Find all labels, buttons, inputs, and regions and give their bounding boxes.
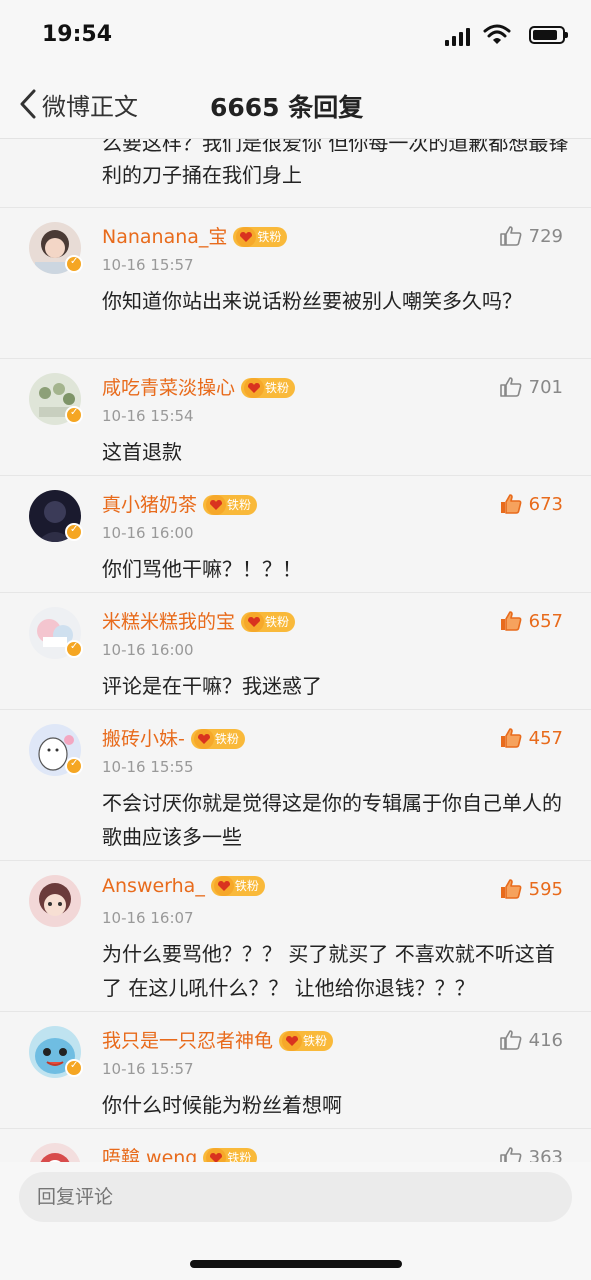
reply-bar [0, 1162, 591, 1280]
fan-badge: 铁粉 [241, 378, 296, 398]
nav-bar: 微博正文 6665 条回复 [0, 72, 591, 139]
thumbs-up-filled-icon [500, 611, 522, 631]
thumbs-up-filled-icon [500, 879, 522, 899]
status-bar: 19:54 [0, 0, 591, 72]
username[interactable]: 咸吃青菜淡操心 铁粉 [102, 373, 296, 400]
timestamp: 10-16 16:07 [102, 909, 194, 927]
comment-item[interactable]: Nananana_宝铁粉 10-16 15:57 729 你知道你站出来说话粉丝… [0, 208, 591, 359]
timestamp: 10-16 15:57 [102, 1060, 194, 1078]
signal-icon [445, 26, 471, 46]
reply-input[interactable] [19, 1172, 572, 1222]
verified-badge-icon [65, 1059, 83, 1077]
fan-badge: 铁粉 [233, 227, 288, 247]
comment-text: 评论是在干嘛？我迷惑了 [102, 674, 322, 698]
like-button[interactable]: 363 [499, 1145, 563, 1162]
like-count: 457 [528, 727, 563, 749]
verified-badge-icon [65, 757, 83, 775]
status-time: 19:54 [42, 22, 113, 47]
comment-item[interactable]: 搬砖小妹-铁粉 10-16 15:55 457 不会讨厌你就是觉得这是你的专辑属… [0, 710, 591, 861]
like-count: 416 [528, 1029, 563, 1051]
heart-badge-icon [282, 1031, 303, 1051]
like-button[interactable]: 595 [499, 877, 563, 901]
fan-badge: 铁粉 [190, 729, 245, 749]
verified-badge-icon [65, 523, 83, 541]
like-button[interactable]: 729 [499, 224, 563, 248]
chevron-left-icon [20, 89, 36, 119]
username[interactable]: 搬砖小妹- 铁粉 [102, 724, 245, 751]
comment-text: 你知道你站出来说话粉丝要被别人嘲笑多久吗？ [102, 289, 522, 313]
home-indicator[interactable] [190, 1260, 402, 1268]
comment-text: 你们骂他干嘛？！？！ [102, 557, 302, 581]
like-count: 729 [528, 225, 563, 247]
thumbs-up-icon [499, 377, 522, 397]
partial-comment: 么要这样？我们是很爱你 但你每一次的道歉都想最锋利的刀子捅在我们身上 [0, 139, 591, 208]
heart-badge-icon [236, 227, 257, 247]
comment-item[interactable]: 真小猪奶茶铁粉 10-16 16:00 673 你们骂他干嘛？！？！ [0, 476, 591, 593]
timestamp: 10-16 15:55 [102, 758, 194, 776]
username[interactable]: 真小猪奶茶 铁粉 [102, 490, 258, 517]
verified-badge-icon [65, 406, 83, 424]
comment-text: 不会讨厌你就是觉得这是你的专辑属于你自己单人的歌曲应该多一些 [102, 791, 562, 849]
username[interactable]: Answerha_ 铁粉 [102, 875, 265, 897]
fan-badge: 铁粉 [279, 1031, 334, 1051]
heart-badge-icon [193, 729, 214, 749]
thumbs-up-filled-icon [500, 494, 522, 514]
heart-badge-icon [244, 612, 265, 632]
fan-badge: 铁粉 [203, 495, 258, 515]
battery-icon [529, 26, 568, 44]
avatar[interactable] [29, 1143, 81, 1162]
timestamp: 10-16 16:00 [102, 641, 194, 659]
username[interactable]: 米糕米糕我的宝 铁粉 [102, 607, 296, 634]
thumbs-up-filled-icon [500, 728, 522, 748]
page-title: 6665 条回复 [210, 93, 364, 122]
like-count: 701 [528, 376, 563, 398]
like-button[interactable]: 457 [499, 726, 563, 750]
comment-list[interactable]: 么要这样？我们是很爱你 但你每一次的道歉都想最锋利的刀子捅在我们身上 Nanan… [0, 139, 591, 1162]
back-label: 微博正文 [42, 92, 138, 121]
heart-badge-icon [206, 1148, 227, 1162]
verified-badge-icon [65, 640, 83, 658]
username[interactable]: Nananana_宝 铁粉 [102, 222, 288, 249]
back-button[interactable]: 微博正文 [16, 86, 138, 122]
timestamp: 10-16 15:57 [102, 256, 194, 274]
comment-text: 么要这样？我们是很爱你 但你每一次的道歉都想最锋利的刀子捅在我们身上 [102, 139, 569, 187]
timestamp: 10-16 15:54 [102, 407, 194, 425]
comment-item[interactable]: 米糕米糕我的宝铁粉 10-16 16:00 657 评论是在干嘛？我迷惑了 [0, 593, 591, 710]
comment-item[interactable]: Answerha_ 铁粉 10-16 16:07 595 为什么要骂他？？？ 买了… [0, 861, 591, 1012]
comment-item[interactable]: 唔鞥 weng 铁粉 363 [0, 1129, 591, 1162]
comment-text: 这首退款 [102, 440, 182, 464]
like-button[interactable]: 657 [499, 609, 563, 633]
like-count: 595 [528, 878, 563, 900]
comment-text: 为什么要骂他？？？ 买了就买了 不喜欢就不听这首了 在这儿吼什么？？ 让他给你退… [102, 942, 555, 1000]
username[interactable]: 唔鞥 weng 铁粉 [102, 1143, 258, 1162]
username[interactable]: 我只是一只忍者神龟 铁粉 [102, 1026, 334, 1053]
like-button[interactable]: 701 [499, 375, 563, 399]
like-count: 657 [528, 610, 563, 632]
fan-badge: 铁粉 [210, 876, 265, 896]
heart-badge-icon [244, 378, 265, 398]
like-button[interactable]: 416 [499, 1028, 563, 1052]
avatar[interactable] [29, 875, 81, 927]
thumbs-up-icon [499, 1030, 522, 1050]
heart-badge-icon [206, 495, 227, 515]
thumbs-up-icon [499, 226, 522, 246]
comment-item[interactable]: 我只是一只忍者神龟铁粉 10-16 15:57 416 你什么时候能为粉丝着想啊 [0, 1012, 591, 1129]
like-count: 673 [528, 493, 563, 515]
fan-badge: 铁粉 [203, 1148, 258, 1162]
wifi-icon [483, 24, 511, 44]
like-count: 363 [528, 1146, 563, 1163]
verified-badge-icon [65, 255, 83, 273]
thumbs-up-icon [499, 1147, 522, 1162]
fan-badge: 铁粉 [241, 612, 296, 632]
comment-item[interactable]: 咸吃青菜淡操心铁粉 10-16 15:54 701 这首退款 [0, 359, 591, 476]
like-button[interactable]: 673 [499, 492, 563, 516]
timestamp: 10-16 16:00 [102, 524, 194, 542]
comment-text: 你什么时候能为粉丝着想啊 [102, 1093, 342, 1117]
heart-badge-icon [213, 876, 234, 896]
